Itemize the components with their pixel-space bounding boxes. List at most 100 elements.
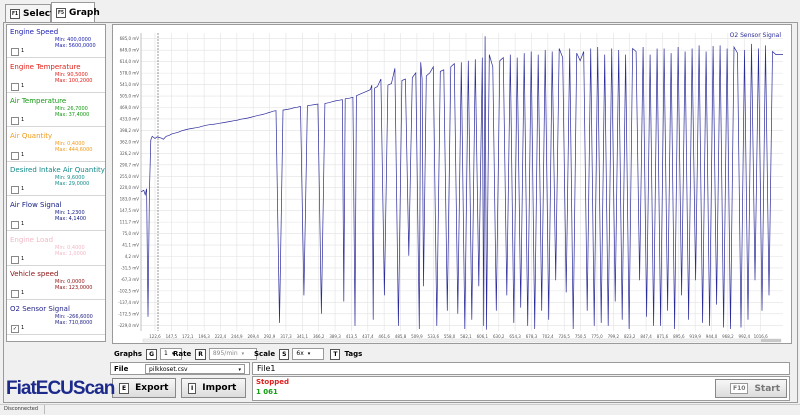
graphs-key[interactable]: G	[146, 348, 158, 360]
file-name-field[interactable]: File1	[252, 362, 790, 375]
x-tick-label: 847,4	[640, 334, 652, 339]
signal-checkbox-label: 1	[21, 221, 25, 227]
signal-item[interactable]: Air Quantity Min: 0,4000 Max: 444,6000 1	[7, 129, 105, 162]
signal-name: Engine Load	[10, 235, 54, 244]
x-tick-label: 823,2	[624, 334, 636, 339]
signal-name: O2 Sensor Signal	[10, 304, 70, 313]
scale-control: Scale S 6x ▾ T Tags	[254, 348, 362, 360]
signal-item[interactable]: Desired Intake Air Quantity Min: 9,6000 Ma…	[7, 163, 105, 197]
tags-key[interactable]: T	[330, 348, 341, 360]
y-tick-label: 649,0 mV	[120, 48, 140, 53]
chevron-down-icon: ▾	[238, 367, 241, 373]
signal-item[interactable]: Engine Load Min: 0,4000 Max: 1,0000 1	[7, 233, 105, 266]
rate-key[interactable]: R	[195, 348, 206, 360]
x-tick-label: 968,2	[722, 334, 734, 339]
signal-name: Vehicle speed	[10, 270, 59, 279]
x-tick-label: 437,4	[362, 334, 374, 339]
signal-name: Air Temperature	[10, 97, 67, 106]
signal-max: Max: 123,0000	[55, 285, 93, 292]
export-button[interactable]: E Export	[112, 378, 176, 398]
x-tick-label: 895,6	[673, 334, 685, 339]
signal-checkbox[interactable]	[11, 186, 19, 195]
signal-checkbox-label: 1	[21, 82, 25, 89]
graphs-select-value: 1	[164, 350, 168, 357]
x-tick-label: 196,3	[198, 334, 210, 339]
series-line	[140, 36, 783, 330]
file-name-value: File1	[257, 364, 276, 373]
x-tick-label: 509,9	[411, 334, 423, 339]
scale-select[interactable]: 6x ▾	[292, 348, 325, 360]
x-tick-label: 944,0	[706, 334, 718, 339]
signal-item[interactable]: Engine Speed Min: 400,0000 Max: 5600,0000 1	[7, 25, 105, 58]
signal-item[interactable]: Air Temperature Min: 26,7000 Max: 37,4000 1	[7, 94, 105, 128]
x-tick-label: 630,2	[493, 334, 505, 339]
status-bar: Disconnected	[0, 404, 800, 415]
signal-max: Max: 5600,0000	[55, 43, 96, 49]
x-tick-label: 244,9	[231, 334, 243, 339]
tags-label: Tags	[344, 350, 363, 358]
connection-status: Disconnected	[2, 405, 46, 414]
signal-item[interactable]: Air Flow Signal Min: 1,2300 Max: 4,1400 1	[7, 198, 105, 231]
x-tick-label: 654,3	[509, 334, 521, 339]
x-tick-label: 533,6	[428, 334, 440, 339]
signal-checkbox[interactable]	[11, 290, 19, 299]
signal-item[interactable]: O2 Sensor Signal Min: -266,6000 Max: 710,8…	[7, 302, 105, 335]
signal-checkbox[interactable]	[11, 117, 19, 126]
y-tick-label: 75,0 mV	[122, 231, 139, 236]
import-label: Import	[202, 383, 237, 393]
y-tick-label: 147,5 mV	[120, 208, 140, 213]
tab-select-key: F1	[10, 8, 21, 19]
signal-item[interactable]: Vehicle speed Min: 0,0000 Max: 123,0000 1	[7, 267, 105, 301]
y-tick-label: 398,2 mV	[120, 128, 140, 133]
signal-name: Engine Temperature	[10, 62, 81, 71]
rate-select[interactable]: 895/min ▾	[208, 348, 257, 360]
y-tick-label: 290,7 mV	[120, 162, 140, 167]
chevron-down-icon: ▾	[241, 351, 245, 357]
start-button[interactable]: F10 Start	[715, 379, 787, 398]
tab-graph[interactable]: F5 Graph	[51, 2, 100, 22]
run-status: Stopped	[256, 378, 289, 386]
y-tick-label: 469,0 mV	[120, 105, 140, 110]
y-tick-label: 362,0 mV	[120, 139, 140, 144]
x-tick-label: 317,3	[280, 334, 292, 339]
signal-name: Air Quantity	[10, 131, 53, 140]
signal-checkbox[interactable]	[11, 255, 19, 264]
signal-max: Max: 37,4000	[55, 112, 90, 119]
file-row: File pilkkoset.csv ▾	[110, 362, 250, 375]
x-tick-label: 147,5	[166, 334, 178, 339]
import-key: I	[188, 382, 197, 394]
signal-name: Desired Intake Air Quantity	[10, 166, 105, 175]
y-tick-label: 41,1 mV	[122, 243, 139, 248]
rate-select-value: 895/min	[212, 350, 238, 357]
x-tick-label: 702,4	[542, 334, 554, 339]
signal-checkbox[interactable]	[11, 221, 19, 229]
signal-checkbox[interactable]: ✓	[11, 324, 19, 333]
file-select[interactable]: pilkkoset.csv ▾	[145, 364, 245, 374]
signal-checkbox-label: 1	[21, 117, 25, 124]
x-tick-label: 799,2	[608, 334, 620, 339]
y-tick-label: 505,0 mV	[120, 94, 140, 99]
app-logo: FiatECUScan	[6, 378, 115, 399]
signal-checkbox[interactable]	[11, 151, 19, 160]
signal-max: Max: 710,8000	[55, 319, 93, 326]
export-key: E	[119, 382, 130, 394]
signal-checkbox[interactable]	[11, 48, 19, 56]
import-button[interactable]: I Import	[181, 378, 246, 398]
tab-select[interactable]: F1 Select	[5, 4, 54, 22]
y-tick-label: 255,0 mV	[120, 174, 140, 179]
file-label: File	[114, 365, 129, 373]
scale-key[interactable]: S	[279, 348, 290, 360]
x-tick-label: 122,6	[149, 334, 161, 339]
x-tick-label: 558,0	[444, 334, 456, 339]
x-tick-label: 750,5	[575, 334, 587, 339]
signal-max: Max: 29,0000	[55, 181, 90, 188]
signal-name: Air Flow Signal	[10, 201, 62, 209]
signal-checkbox[interactable]	[11, 82, 19, 91]
scale-label: Scale	[254, 350, 276, 358]
x-tick-label: 269,4	[247, 334, 259, 339]
x-tick-label: 366,2	[313, 334, 325, 339]
y-tick-label: 433,0 mV	[120, 116, 140, 121]
signal-item[interactable]: Engine Temperature Min: 90,5000 Max: 100,2…	[7, 60, 105, 93]
export-label: Export	[135, 383, 169, 393]
x-tick-label: 582,1	[460, 334, 472, 339]
